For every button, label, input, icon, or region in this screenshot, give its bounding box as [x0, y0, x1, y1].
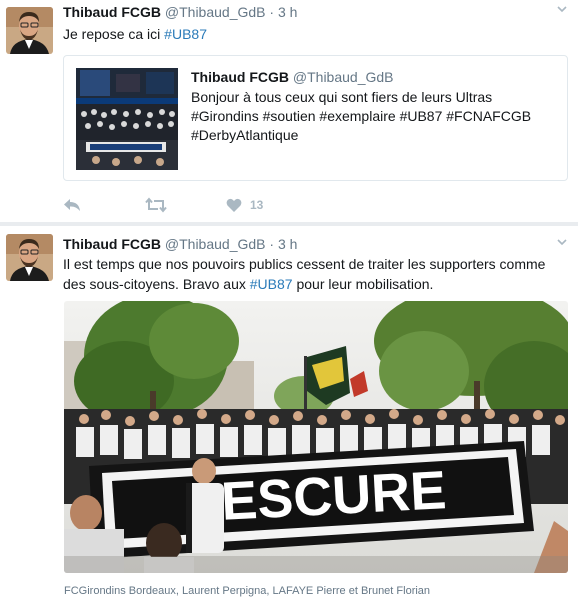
- quoted-author-handle[interactable]: @Thibaud_GdB: [293, 69, 394, 85]
- author-handle[interactable]: @Thibaud_GdB: [165, 236, 266, 252]
- chevron-down-icon[interactable]: [556, 236, 568, 248]
- tweet-text: Je repose ca ici #UB87: [63, 24, 566, 44]
- banner-text: ESCURE: [220, 460, 448, 532]
- reply-button[interactable]: [63, 195, 81, 215]
- author-name[interactable]: Thibaud FCGB: [63, 4, 161, 20]
- reply-icon: [64, 199, 80, 211]
- tweet-photo[interactable]: ESCURE: [64, 301, 568, 573]
- tweet-text-after: pour leur mobilisation.: [292, 276, 434, 292]
- author-handle[interactable]: @Thibaud_GdB: [165, 4, 266, 20]
- tweet-header: Thibaud FCGB @Thibaud_GdB · 3 h: [63, 236, 297, 252]
- timestamp[interactable]: 3 h: [278, 4, 297, 20]
- retweet-icon: [145, 197, 167, 213]
- tweet-actions: 13: [63, 195, 363, 215]
- author-name[interactable]: Thibaud FCGB: [63, 236, 161, 252]
- quoted-tweet[interactable]: Thibaud FCGB @Thibaud_GdB Bonjour à tous…: [63, 55, 568, 181]
- chevron-down-icon[interactable]: [556, 3, 568, 15]
- quoted-author-name[interactable]: Thibaud FCGB: [191, 69, 289, 85]
- hashtag-link[interactable]: #UB87: [164, 26, 207, 42]
- separator-dot: ·: [269, 236, 275, 252]
- tweet-text: Il est temps que nos pouvoirs publics ce…: [63, 254, 566, 294]
- avatar[interactable]: [6, 7, 53, 54]
- like-count: 13: [250, 198, 264, 212]
- heart-icon: [226, 198, 242, 212]
- tweet-1[interactable]: Thibaud FCGB @Thibaud_GdB · 3 h Je repos…: [0, 0, 578, 222]
- tweet-text-plain: Je repose ca ici: [63, 26, 165, 42]
- retweet-button[interactable]: [145, 195, 167, 215]
- quoted-tweet-header: Thibaud FCGB @Thibaud_GdB: [191, 69, 394, 85]
- timestamp[interactable]: 3 h: [278, 236, 297, 252]
- hashtag-link[interactable]: #UB87: [250, 276, 293, 292]
- like-button[interactable]: 13: [226, 195, 263, 215]
- quoted-tweet-text: Bonjour à tous ceux qui sont fiers de le…: [191, 89, 532, 143]
- tweet-header: Thibaud FCGB @Thibaud_GdB · 3 h: [63, 4, 297, 20]
- separator-dot: ·: [269, 4, 275, 20]
- photo-credit: FCGirondins Bordeaux, Laurent Perpigna, …: [64, 585, 431, 597]
- tweet-2[interactable]: Thibaud FCGB @Thibaud_GdB · 3 h Il est t…: [0, 226, 578, 603]
- quoted-tweet-thumbnail: [76, 68, 178, 170]
- avatar[interactable]: [6, 234, 53, 281]
